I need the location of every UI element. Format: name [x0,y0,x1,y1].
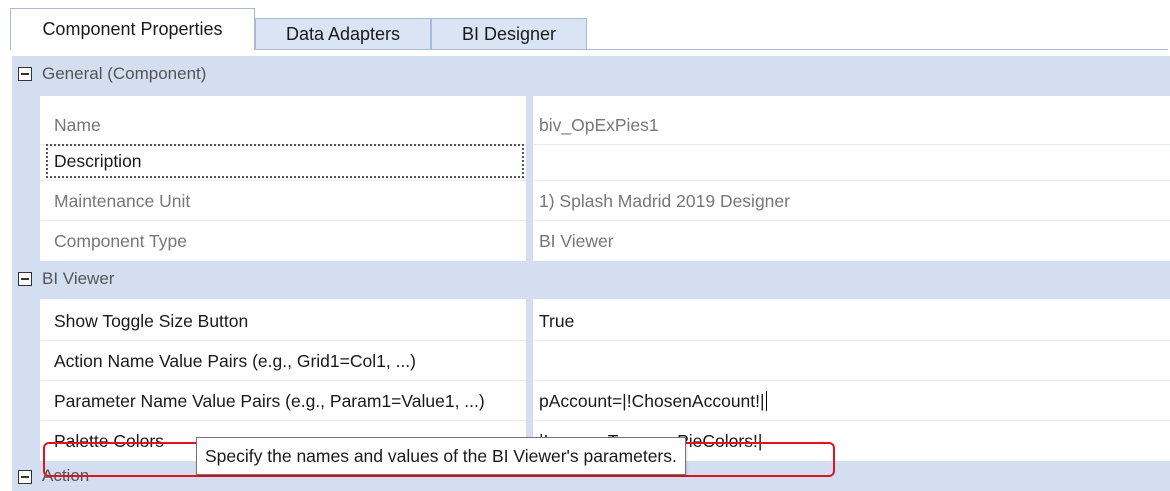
tab-component-properties[interactable]: Component Properties [10,8,255,50]
property-row-show-toggle-size-button[interactable]: Show Toggle Size Button True [12,301,1170,341]
column-splitter[interactable] [526,56,533,489]
property-maintenance-unit-value[interactable]: 1) Splash Madrid 2019 Designer [539,181,790,221]
property-maintenance-unit-label: Maintenance Unit [54,191,191,211]
property-name-label: Name [54,115,101,135]
property-param-pairs-value[interactable]: pAccount=|!ChosenAccount!| [539,381,768,421]
property-row-parameter-name-value-pairs[interactable]: Parameter Name Value Pairs (e.g., Param1… [12,381,1170,421]
property-component-type-label: Component Type [54,231,187,251]
category-bi-viewer[interactable]: BI Viewer [12,261,1170,299]
tab-data-adapters[interactable]: Data Adapters [255,18,431,50]
collapse-icon[interactable] [18,470,32,484]
property-grid[interactable]: General (Component) Name biv_OpExPies1 D… [12,56,1170,491]
category-label: BI Viewer [42,269,115,288]
tooltip: Specify the names and values of the BI V… [196,437,686,475]
tab-bi-designer[interactable]: BI Designer [431,18,587,50]
collapse-icon[interactable] [18,272,32,286]
property-show-toggle-label: Show Toggle Size Button [54,311,249,331]
category-label: General (Component) [42,64,207,83]
property-row-name[interactable]: Name biv_OpExPies1 [12,105,1170,145]
property-row-description[interactable]: Description [12,141,1170,181]
property-row-component-type[interactable]: Component Type BI Viewer [12,221,1170,261]
property-param-pairs-label: Parameter Name Value Pairs (e.g., Param1… [54,391,485,411]
property-name-value[interactable]: biv_OpExPies1 [539,105,659,145]
category-general[interactable]: General (Component) [12,56,1170,96]
property-row-action-name-value-pairs[interactable]: Action Name Value Pairs (e.g., Grid1=Col… [12,341,1170,381]
property-description-label: Description [54,151,142,171]
property-component-type-value[interactable]: BI Viewer [539,221,614,261]
category-label: Action [42,466,90,485]
property-show-toggle-value[interactable]: True [539,301,574,341]
property-action-pairs-label: Action Name Value Pairs (e.g., Grid1=Col… [54,351,416,371]
param-pairs-text: pAccount=|!ChosenAccount!| [539,391,765,411]
property-row-maintenance-unit[interactable]: Maintenance Unit 1) Splash Madrid 2019 D… [12,181,1170,221]
collapse-icon[interactable] [18,67,32,81]
text-cursor [765,391,768,411]
